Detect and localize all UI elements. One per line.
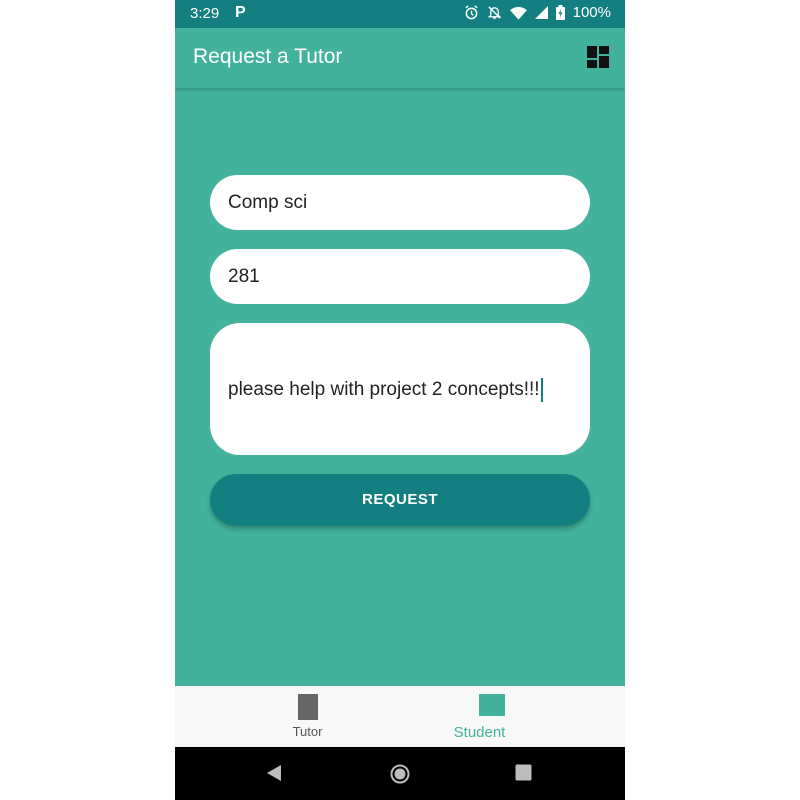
wifi-icon	[509, 6, 527, 20]
bottom-navigation: Tutor Student	[175, 686, 625, 747]
recents-icon[interactable]	[515, 764, 532, 786]
tutor-icon	[298, 694, 318, 720]
battery-percent: 100%	[572, 4, 611, 21]
description-input[interactable]: please help with project 2 concepts!!!	[210, 323, 590, 455]
battery-icon	[555, 5, 565, 20]
description-text: please help with project 2 concepts!!!	[228, 378, 543, 402]
alarm-icon	[464, 5, 479, 20]
status-time: 3:29	[190, 5, 220, 22]
dashboard-icon[interactable]	[587, 46, 609, 68]
p-app-icon: P	[235, 4, 246, 21]
course-input[interactable]: Comp sci	[210, 175, 590, 230]
app-bar: Request a Tutor	[175, 28, 625, 88]
status-bar: 3:29 P 100%	[175, 0, 625, 28]
student-icon	[479, 694, 505, 716]
nav-item-student[interactable]: Student	[400, 686, 625, 747]
status-icons: 100%	[464, 4, 611, 21]
back-icon[interactable]	[265, 764, 283, 787]
course-number-input[interactable]: 281	[210, 249, 590, 304]
page-title: Request a Tutor	[193, 45, 343, 68]
nav-label-student: Student	[453, 724, 506, 741]
system-navigation-bar	[175, 747, 625, 800]
phone-screen: 3:29 P 100% Request a Tutor Comp sci 281…	[175, 0, 625, 800]
home-icon[interactable]	[390, 764, 410, 789]
request-button[interactable]: REQUEST	[210, 474, 590, 526]
signal-icon	[534, 6, 548, 19]
notifications-off-icon	[487, 5, 502, 20]
text-cursor	[540, 378, 543, 402]
